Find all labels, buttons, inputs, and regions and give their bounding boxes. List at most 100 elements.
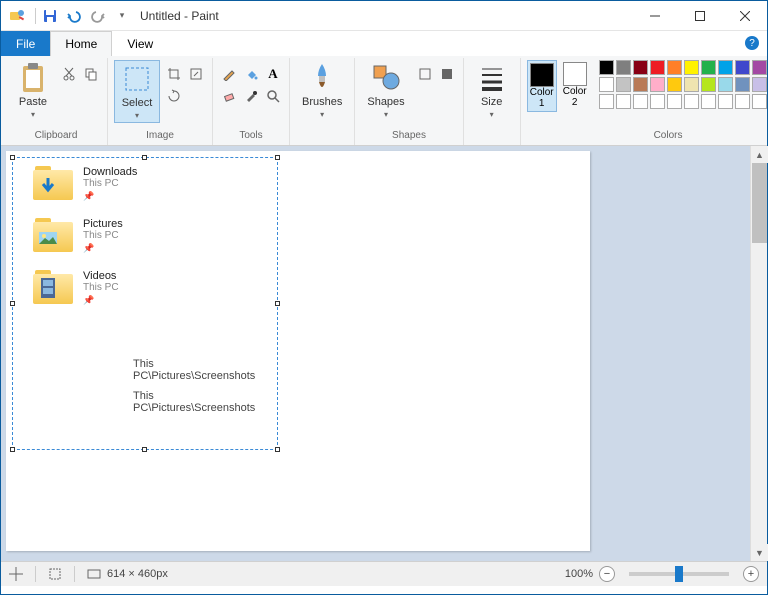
palette-color[interactable] (616, 77, 631, 92)
window-title: Untitled - Paint (140, 9, 219, 23)
palette-color[interactable] (633, 77, 648, 92)
list-item: DownloadsThis PC📌 (13, 158, 277, 210)
palette-color[interactable] (752, 60, 767, 75)
color2-button[interactable]: Color 2 (561, 60, 589, 110)
resize-button[interactable] (186, 64, 206, 84)
size-button[interactable]: Size▾ (470, 60, 514, 121)
tab-view[interactable]: View (112, 31, 168, 56)
group-label: Image (146, 128, 174, 143)
path-text: This PC\Pictures\Screenshots (13, 354, 277, 386)
brushes-button[interactable]: Brushes▾ (296, 60, 348, 121)
zoom-out-button[interactable]: − (599, 566, 615, 582)
palette-color[interactable] (735, 77, 750, 92)
group-colors: Color 1 Color 2 Edit colors Colors (521, 58, 768, 145)
palette-color[interactable] (701, 77, 716, 92)
minimize-button[interactable] (632, 1, 677, 31)
palette-color[interactable] (616, 60, 631, 75)
palette-color[interactable] (684, 60, 699, 75)
clipboard-icon (17, 62, 49, 94)
palette-color[interactable] (684, 77, 699, 92)
scroll-down-button[interactable]: ▼ (751, 544, 768, 561)
group-shapes: Shapes▾ Shapes (355, 58, 463, 145)
folder-icon (33, 218, 73, 252)
zoom-slider[interactable] (629, 572, 729, 576)
redo-button[interactable] (88, 6, 108, 26)
undo-button[interactable] (64, 6, 84, 26)
shape-outline-button[interactable] (415, 64, 435, 84)
palette-color[interactable] (633, 94, 648, 109)
palette-color[interactable] (701, 94, 716, 109)
palette-color[interactable] (718, 94, 733, 109)
size-icon (476, 62, 508, 94)
pencil-tool[interactable] (219, 64, 239, 84)
copy-button[interactable] (81, 64, 101, 84)
group-label: Shapes (392, 128, 426, 143)
folder-icon (33, 166, 73, 200)
pin-icon: 📌 (83, 191, 137, 202)
palette-color[interactable] (650, 77, 665, 92)
shapes-button[interactable]: Shapes▾ (361, 60, 410, 121)
vertical-scrollbar[interactable]: ▲ ▼ (750, 146, 767, 561)
group-clipboard: Paste▾ Clipboard (5, 58, 108, 145)
fill-tool[interactable] (241, 64, 261, 84)
palette-color[interactable] (735, 60, 750, 75)
text-tool[interactable]: A (263, 64, 283, 84)
tab-home[interactable]: Home (50, 31, 112, 56)
color1-button[interactable]: Color 1 (527, 60, 557, 112)
folder-location: This PC (83, 230, 123, 241)
zoom-slider-thumb[interactable] (675, 566, 683, 582)
picker-tool[interactable] (241, 86, 261, 106)
palette-color[interactable] (684, 94, 699, 109)
close-button[interactable] (722, 1, 767, 31)
scroll-up-button[interactable]: ▲ (751, 146, 768, 163)
group-image: Select▾ Image (108, 58, 213, 145)
selection-marquee[interactable]: DownloadsThis PC📌PicturesThis PC📌VideosT… (12, 157, 278, 450)
path-text: This PC\Pictures\Screenshots (13, 386, 277, 418)
canvas[interactable]: DownloadsThis PC📌PicturesThis PC📌VideosT… (6, 151, 590, 551)
maximize-button[interactable] (677, 1, 722, 31)
list-item: PicturesThis PC📌 (13, 210, 277, 262)
palette-color[interactable] (650, 94, 665, 109)
palette-color[interactable] (752, 94, 767, 109)
palette-color[interactable] (735, 94, 750, 109)
canvas-area: DownloadsThis PC📌PicturesThis PC📌VideosT… (1, 146, 767, 561)
folder-name: Videos (83, 270, 119, 282)
palette-color[interactable] (616, 94, 631, 109)
eraser-tool[interactable] (219, 86, 239, 106)
select-button[interactable]: Select▾ (114, 60, 160, 123)
scroll-thumb[interactable] (752, 163, 767, 243)
tab-file[interactable]: File (1, 31, 50, 56)
shape-fill-button[interactable] (437, 64, 457, 84)
color2-swatch (563, 62, 587, 86)
palette-color[interactable] (718, 77, 733, 92)
palette-color[interactable] (667, 94, 682, 109)
color-palette (599, 60, 767, 109)
paint-app-icon (9, 8, 25, 24)
list-item: VideosThis PC 📌 (13, 262, 277, 314)
selection-size-icon (48, 567, 62, 581)
pin-icon: 📌 (83, 295, 119, 306)
palette-color[interactable] (752, 77, 767, 92)
palette-color[interactable] (701, 60, 716, 75)
magnifier-tool[interactable] (263, 86, 283, 106)
zoom-in-button[interactable]: + (743, 566, 759, 582)
cut-button[interactable] (59, 64, 79, 84)
palette-color[interactable] (650, 60, 665, 75)
rotate-button[interactable] (164, 86, 184, 106)
folder-location: This PC (83, 282, 119, 293)
shapes-icon (370, 62, 402, 94)
help-button[interactable]: ? (745, 36, 759, 50)
palette-color[interactable] (633, 60, 648, 75)
ribbon: Paste▾ Clipboard Select▾ Image (1, 56, 767, 146)
crop-button[interactable] (164, 64, 184, 84)
qat-customize-button[interactable]: ▾ (112, 6, 132, 26)
save-button[interactable] (40, 6, 60, 26)
palette-color[interactable] (599, 94, 614, 109)
palette-color[interactable] (667, 77, 682, 92)
paste-button[interactable]: Paste▾ (11, 60, 55, 121)
palette-color[interactable] (599, 77, 614, 92)
palette-color[interactable] (667, 60, 682, 75)
palette-color[interactable] (599, 60, 614, 75)
quick-access-toolbar: ▾ (40, 6, 132, 26)
palette-color[interactable] (718, 60, 733, 75)
